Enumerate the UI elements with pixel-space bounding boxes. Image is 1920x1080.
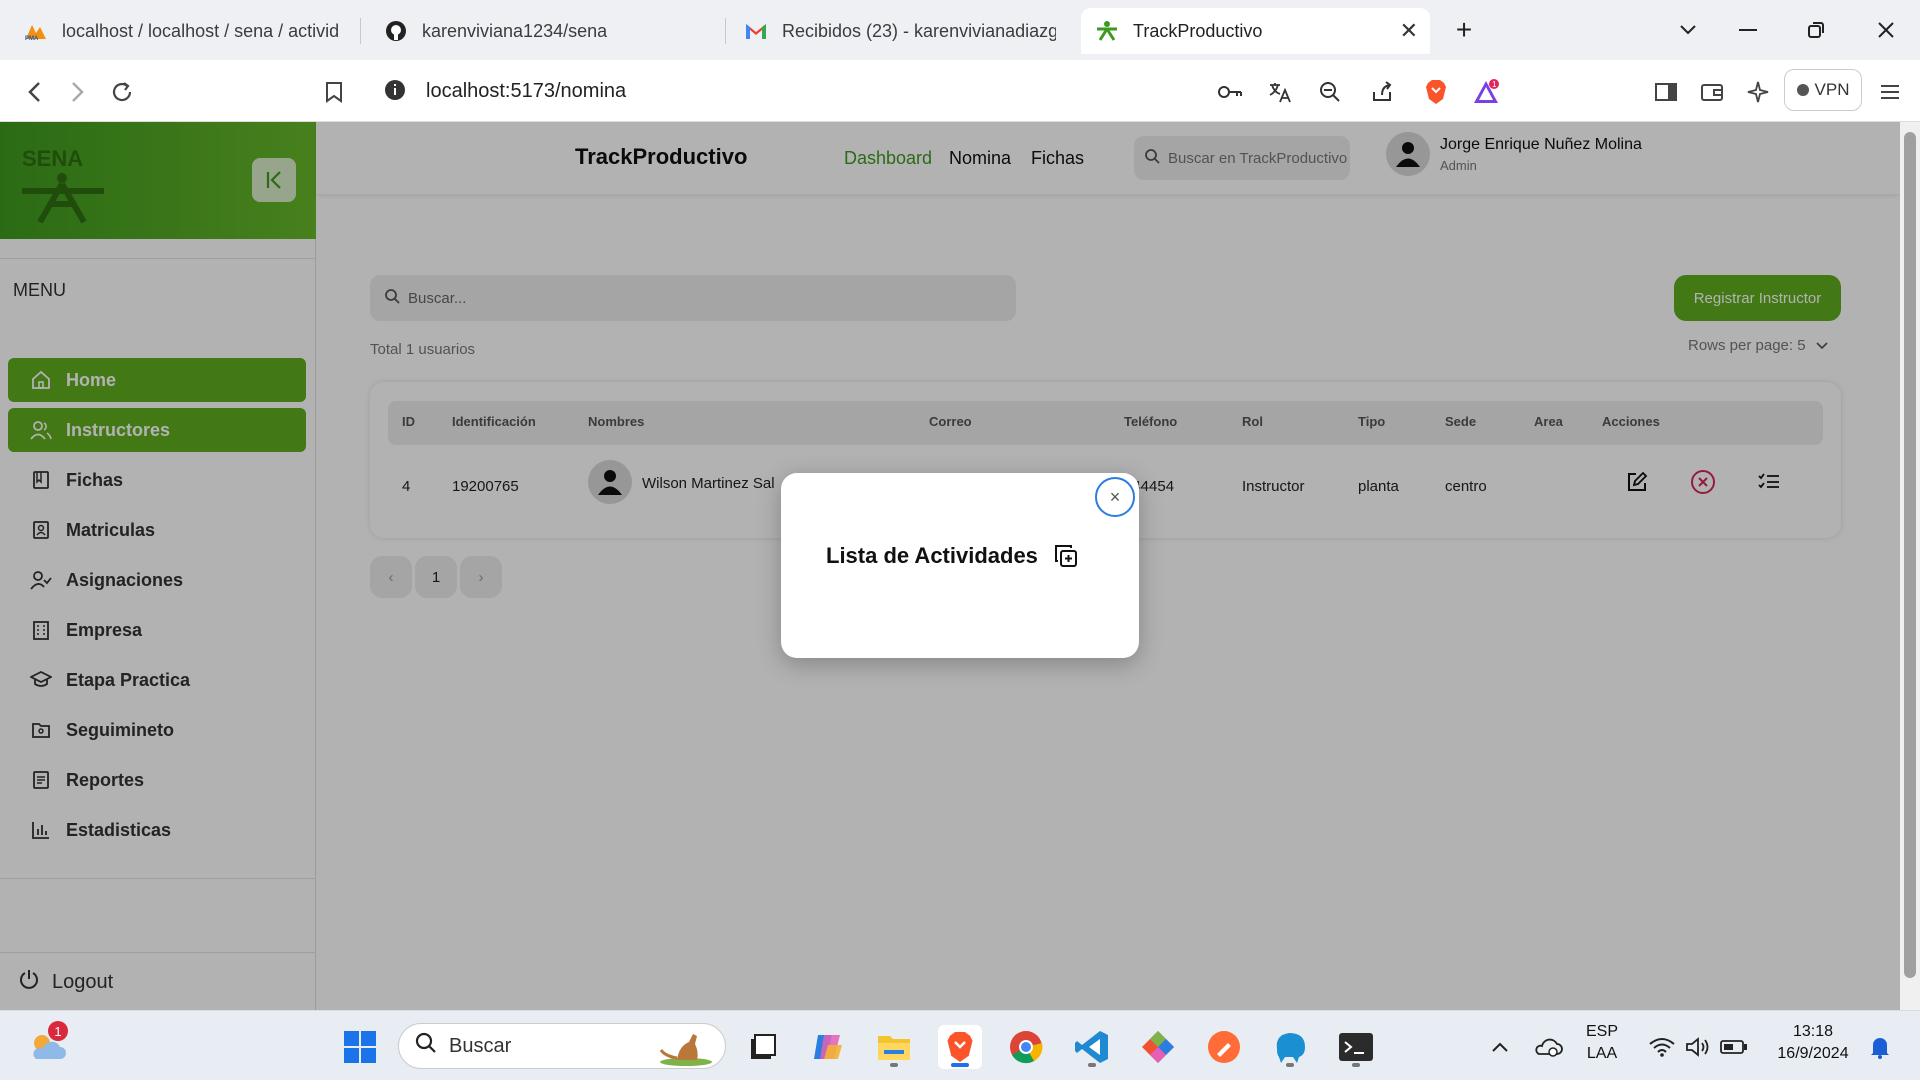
vscode-icon[interactable]: [1070, 1025, 1114, 1069]
modal-close-button[interactable]: ×: [1095, 477, 1135, 517]
site-info-icon[interactable]: [384, 79, 406, 106]
kangaroo-search-highlight-icon: [657, 1026, 715, 1072]
close-tab-icon[interactable]: ✕: [1400, 18, 1418, 44]
browser-tab-gmail[interactable]: Recibidos (23) - karenvivianadiazgu: [730, 8, 1070, 54]
clock[interactable]: 13:18 16/9/2024: [1768, 1023, 1858, 1063]
zoom-out-icon[interactable]: [1316, 78, 1344, 106]
tab-label: karenviviana1234/sena: [422, 20, 608, 41]
modal-title: Lista de Actividades: [826, 543, 1038, 568]
onedrive-sync-icon[interactable]: [1526, 1025, 1570, 1069]
tab-label: TrackProductivo: [1133, 20, 1263, 41]
sena-favicon-icon: [1095, 19, 1119, 43]
language-indicator[interactable]: ESP LAA: [1586, 1023, 1618, 1063]
url-text: localhost:5173/nomina: [426, 79, 627, 102]
terminal-icon[interactable]: [1334, 1025, 1378, 1069]
page-scrollbar[interactable]: [1900, 122, 1920, 1010]
reload-icon[interactable]: [102, 72, 142, 112]
app-viewport: SENA MENU Home Instructores Fichas Matri…: [0, 122, 1900, 1010]
new-tab-icon[interactable]: +: [1444, 10, 1484, 50]
brave-browser-taskbar-icon[interactable]: [938, 1025, 982, 1069]
close-window-icon[interactable]: [1866, 10, 1906, 50]
browser-tab-github[interactable]: karenviviana1234/sena: [370, 8, 720, 54]
wallet-icon[interactable]: [1692, 72, 1732, 112]
taskbar-search-label: Buscar: [449, 1034, 512, 1057]
tab-label: localhost / localhost / sena / activid: [62, 20, 340, 41]
tab-label: Recibidos (23) - karenvivianadiazgu: [782, 20, 1056, 41]
vpn-button[interactable]: VPN: [1784, 69, 1862, 111]
file-explorer-icon[interactable]: [872, 1025, 916, 1069]
windows-taskbar: 1 Buscar ESP LAA 13:18 16/9/2024: [0, 1010, 1920, 1080]
battery-icon[interactable]: [1712, 1025, 1756, 1069]
gmail-icon: [744, 19, 768, 43]
address-bar[interactable]: localhost:5173/nomina 1: [370, 66, 1530, 116]
taskbar-search[interactable]: Buscar: [398, 1023, 726, 1069]
close-icon: ×: [1109, 486, 1121, 507]
windows-start-icon[interactable]: [338, 1025, 382, 1069]
svg-text:PMA: PMA: [25, 36, 39, 41]
bookmark-icon[interactable]: [314, 72, 354, 112]
translate-icon[interactable]: [1266, 78, 1294, 106]
back-icon[interactable]: [14, 72, 54, 112]
forward-icon[interactable]: [58, 72, 98, 112]
git-gui-icon[interactable]: [1136, 1025, 1180, 1069]
task-view-icon[interactable]: [740, 1025, 784, 1069]
mysql-workbench-icon[interactable]: [1268, 1025, 1312, 1069]
vpn-label: VPN: [1814, 80, 1850, 99]
vpn-status-icon: [1796, 84, 1809, 96]
password-key-icon[interactable]: [1216, 78, 1244, 106]
phpmyadmin-icon: PMA: [24, 19, 48, 43]
browser-tab-strip: PMA localhost / localhost / sena / activ…: [0, 0, 1920, 60]
leo-ai-icon[interactable]: [1738, 72, 1778, 112]
browser-tab-phpmyadmin[interactable]: PMA localhost / localhost / sena / activ…: [10, 8, 370, 54]
brave-rewards-icon[interactable]: 1: [1472, 78, 1500, 106]
browser-toolbar: localhost:5173/nomina 1 VPN: [0, 60, 1920, 122]
chrome-icon[interactable]: [1004, 1025, 1048, 1069]
github-icon: [384, 19, 408, 43]
clock-time: 13:18: [1792, 1023, 1834, 1040]
brave-shield-icon[interactable]: [1422, 78, 1450, 106]
restore-icon[interactable]: [1796, 10, 1836, 50]
share-icon[interactable]: [1368, 78, 1396, 106]
clock-date: 16/9/2024: [1777, 1045, 1849, 1062]
browser-tab-trackproductivo[interactable]: TrackProductivo ✕: [1081, 8, 1430, 54]
activities-modal: × Lista de Actividades: [781, 473, 1139, 658]
language-line2: LAA: [1586, 1045, 1618, 1062]
postman-icon[interactable]: [1202, 1025, 1246, 1069]
weather-badge: 1: [48, 1021, 68, 1041]
rewards-badge-count: 1: [1492, 80, 1497, 89]
browser-menu-icon[interactable]: [1870, 72, 1910, 112]
sidebar-toggle-icon[interactable]: [1646, 72, 1686, 112]
tab-list-chevron-icon[interactable]: [1668, 10, 1708, 50]
add-activity-icon[interactable]: [1053, 543, 1079, 569]
show-hidden-icons-chevron-icon[interactable]: [1478, 1025, 1522, 1069]
copilot-icon[interactable]: [806, 1025, 850, 1069]
search-icon: [415, 1032, 437, 1060]
notification-bell-icon[interactable]: [1858, 1025, 1902, 1069]
minimize-icon[interactable]: [1728, 10, 1768, 50]
weather-widget-icon[interactable]: 1: [26, 1021, 70, 1069]
language-line1: ESP: [1586, 1023, 1619, 1040]
